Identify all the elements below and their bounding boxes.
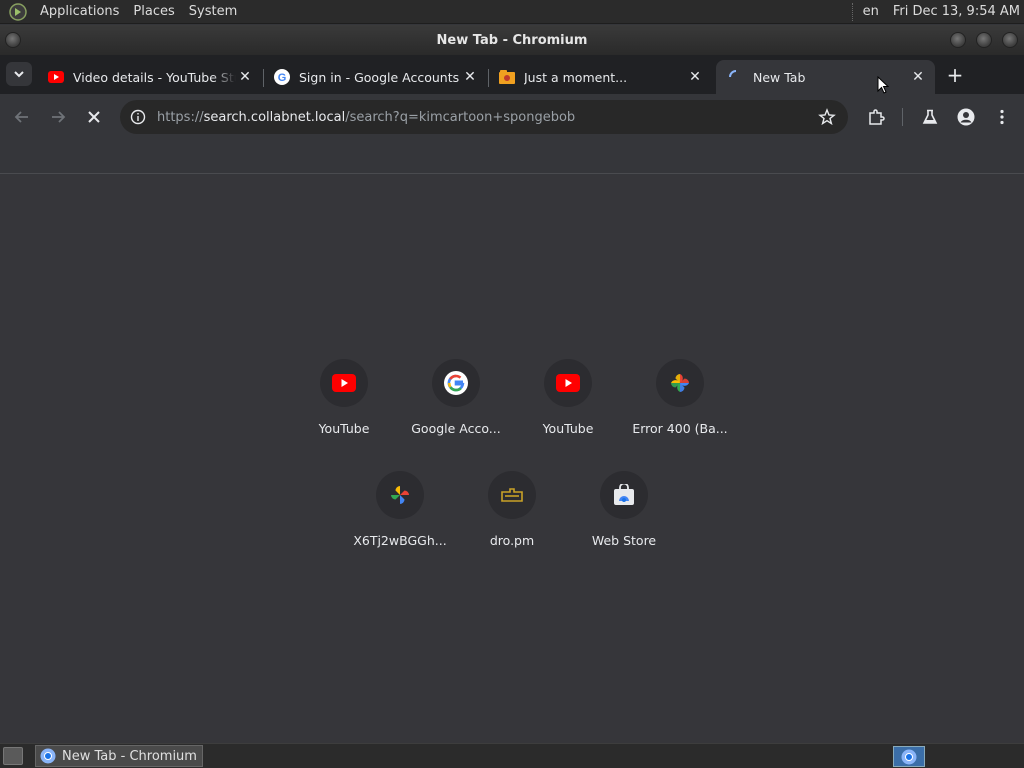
chromium-icon: [901, 749, 917, 764]
web-store-icon: [614, 484, 634, 505]
tray-chromium-icon[interactable]: [893, 746, 925, 767]
menu-button[interactable]: [988, 103, 1016, 131]
tab-label: Just a moment...: [524, 69, 628, 85]
system-menu[interactable]: System: [182, 4, 244, 19]
applications-menu[interactable]: Applications: [33, 4, 126, 19]
tab-youtube-studio[interactable]: Video details - YouTube Studio ✕: [36, 60, 262, 94]
arrow-right-icon: [52, 111, 66, 123]
account-icon: [957, 108, 975, 126]
shortcut-icon-circle: [488, 471, 536, 519]
tab-just-a-moment[interactable]: Just a moment... ✕: [487, 60, 712, 94]
bookmark-bar-area: [0, 140, 1024, 174]
extensions-button[interactable]: [862, 103, 890, 131]
places-menu[interactable]: Places: [126, 4, 181, 19]
chrome-labs-button[interactable]: [916, 103, 944, 131]
system-top-panel: Applications Places System en Fri Dec 13…: [0, 0, 1024, 24]
window-menu-button[interactable]: [5, 32, 21, 48]
info-icon[interactable]: [130, 109, 146, 125]
shortcut-label: Error 400 (Ba...: [632, 421, 728, 436]
shortcut-icon-circle: [656, 359, 704, 407]
chromium-icon: [40, 748, 56, 764]
profile-button[interactable]: [952, 103, 980, 131]
youtube-icon: [332, 374, 356, 392]
url-scheme: https://: [157, 109, 204, 125]
more-vert-icon: [1000, 109, 1004, 125]
shortcut-tile[interactable]: dro.pm: [456, 463, 568, 573]
mouse-cursor-icon: [877, 76, 889, 94]
browser-toolbar: https://search.collabnet.local/search?q=…: [0, 94, 1024, 140]
youtube-icon: [48, 69, 64, 85]
tab-search-button[interactable]: [6, 62, 32, 86]
shortcut-icon-circle: [600, 471, 648, 519]
close-icon: [88, 111, 100, 123]
arrow-left-icon: [14, 111, 28, 123]
svg-text:G: G: [278, 72, 287, 84]
close-window-button[interactable]: [1002, 32, 1018, 48]
folder-icon: [499, 69, 515, 85]
google-icon: [444, 371, 468, 395]
mate-logo-icon[interactable]: [9, 2, 27, 21]
chevron-down-icon: [14, 71, 24, 78]
shortcut-tile[interactable]: Google Acco...: [400, 351, 512, 461]
youtube-icon: [556, 374, 580, 392]
window-title: New Tab - Chromium: [436, 32, 588, 48]
forward-button[interactable]: [44, 103, 72, 131]
panel-separator: [851, 2, 853, 21]
close-tab-icon[interactable]: ✕: [686, 68, 704, 86]
shortcut-label: YouTube: [542, 421, 594, 436]
tab-label: Video details - YouTube Studio: [73, 69, 236, 85]
clock[interactable]: Fri Dec 13, 9:54 AM: [893, 4, 1020, 19]
shortcut-icon-circle: [544, 359, 592, 407]
shortcut-icon-circle: [432, 359, 480, 407]
window-title-bar[interactable]: New Tab - Chromium: [0, 25, 1024, 55]
shortcut-icon-circle: [320, 359, 368, 407]
dro-pm-icon: [501, 488, 523, 502]
shortcut-tile[interactable]: YouTube: [288, 351, 400, 461]
close-tab-icon[interactable]: ✕: [236, 68, 254, 86]
google-photos-icon: [671, 374, 689, 392]
url-host: search.collabnet.local: [203, 109, 346, 125]
stop-loading-button[interactable]: [80, 103, 108, 131]
address-bar[interactable]: https://search.collabnet.local/search?q=…: [120, 100, 848, 134]
google-icon: G: [274, 69, 290, 85]
bookmark-star-icon[interactable]: [818, 108, 836, 126]
url-text[interactable]: https://search.collabnet.local/search?q=…: [157, 110, 575, 125]
shortcut-tile[interactable]: X6Tj2wBGGh...: [344, 463, 456, 573]
show-desktop-button[interactable]: [3, 747, 23, 765]
puzzle-icon: [869, 109, 885, 125]
taskbar-window-button[interactable]: New Tab - Chromium: [35, 745, 203, 767]
shortcut-label: dro.pm: [489, 533, 535, 548]
shortcut-label: Web Store: [591, 533, 657, 548]
shortcut-tile[interactable]: Web Store: [568, 463, 680, 573]
tab-google-signin[interactable]: G Sign in - Google Accounts ✕: [262, 60, 487, 94]
new-tab-page: YouTube Google Acco... YouTube Error 400…: [0, 175, 1024, 743]
close-tab-icon[interactable]: ✕: [909, 68, 927, 86]
bottom-taskbar: New Tab - Chromium: [0, 743, 1024, 768]
tab-label: Sign in - Google Accounts: [299, 69, 460, 85]
shortcut-tile[interactable]: Error 400 (Ba...: [624, 351, 736, 461]
maximize-button[interactable]: [976, 32, 992, 48]
shortcut-label: Google Acco...: [411, 421, 501, 436]
keyboard-layout-indicator[interactable]: en: [863, 4, 879, 19]
toolbar-separator: [902, 108, 903, 126]
new-tab-button[interactable]: +: [943, 63, 967, 87]
url-path: /search?q=kimcartoon+spongebob: [345, 109, 576, 125]
shortcut-tile[interactable]: YouTube: [512, 351, 624, 461]
close-tab-icon[interactable]: ✕: [461, 68, 479, 86]
shortcut-label: YouTube: [318, 421, 370, 436]
google-photos-icon: [391, 486, 409, 504]
taskbar-window-label: New Tab - Chromium: [62, 748, 197, 764]
loading-spinner-icon: [728, 69, 744, 85]
shortcut-icon-circle: [376, 471, 424, 519]
minimize-button[interactable]: [950, 32, 966, 48]
back-button[interactable]: [8, 103, 36, 131]
tab-strip: Video details - YouTube Studio ✕ G Sign …: [0, 55, 1024, 94]
tab-new-tab[interactable]: New Tab ✕: [716, 60, 935, 94]
flask-icon: [922, 109, 938, 124]
shortcut-label: X6Tj2wBGGh...: [353, 533, 447, 548]
